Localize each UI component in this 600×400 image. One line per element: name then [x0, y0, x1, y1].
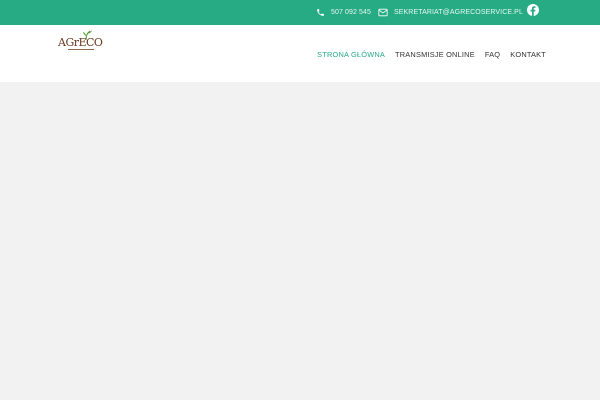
email-address: SEKRETARIAT@AGRECOSERVICE.PL: [394, 9, 523, 16]
nav-item-home[interactable]: STRONA GŁÓWNA: [317, 50, 385, 59]
nav-item-online-streams[interactable]: TRANSMISJE ONLINE: [395, 50, 475, 59]
email-contact[interactable]: SEKRETARIAT@AGRECOSERVICE.PL: [378, 0, 523, 25]
site-logo[interactable]: AGrECO: [58, 30, 104, 54]
nav-item-contact[interactable]: KONTAKT: [510, 50, 546, 59]
main-content: [0, 82, 600, 400]
main-nav: STRONA GŁÓWNA TRANSMISJE ONLINE FAQ KONT…: [317, 48, 546, 60]
envelope-icon: [378, 8, 388, 18]
logo-wordmark: AGrECO: [58, 36, 103, 49]
phone-number: 507 092 545: [331, 9, 372, 16]
facebook-icon: [527, 4, 539, 16]
phone-contact[interactable]: 507 092 545: [315, 0, 371, 25]
logo-underline: [68, 49, 94, 50]
nav-item-faq[interactable]: FAQ: [485, 50, 500, 59]
top-bar: 507 092 545 SEKRETARIAT@AGRECOSERVICE.PL: [0, 0, 600, 25]
phone-icon: [315, 8, 325, 18]
facebook-link[interactable]: [527, 3, 539, 16]
